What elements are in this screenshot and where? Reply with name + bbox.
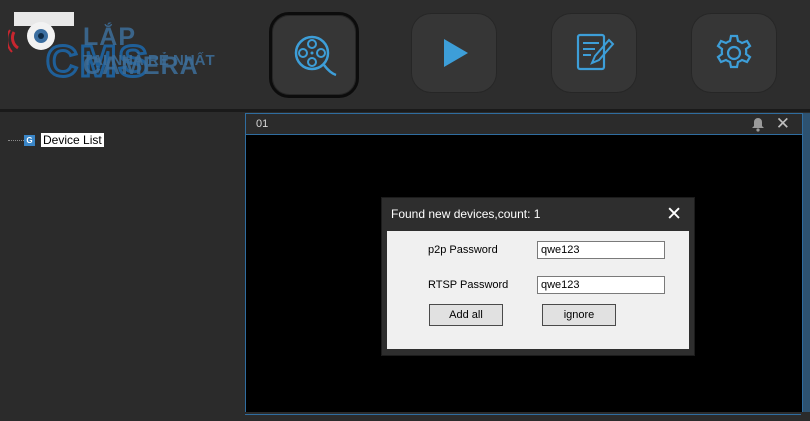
video-window-header: 01 ✕: [246, 114, 802, 135]
device-tree-panel: G Device List: [0, 112, 243, 420]
next-window-edge: [245, 412, 810, 420]
film-reel-icon: [294, 35, 337, 77]
dialog-title: Found new devices,count: 1: [391, 207, 541, 221]
group-icon: G: [24, 134, 35, 146]
live-view-button[interactable]: [269, 12, 359, 98]
play-icon: [444, 39, 468, 67]
tree-connector-line: [8, 139, 24, 141]
rtsp-password-field[interactable]: [537, 276, 665, 294]
tree-item-device-list[interactable]: G Device List: [8, 132, 104, 148]
logo: CMS LẮP CAMERA TẠI NHÀ RẺ NHẤT: [8, 8, 238, 80]
log-button[interactable]: [551, 13, 637, 93]
p2p-password-field[interactable]: [537, 241, 665, 259]
dialog-close-icon[interactable]: ✕: [666, 205, 682, 225]
bell-icon[interactable]: [750, 116, 766, 132]
logo-tagline-text: TẠI NHÀ RẺ NHẤT: [83, 52, 215, 69]
settings-button[interactable]: [691, 13, 777, 93]
playback-button[interactable]: [411, 13, 497, 93]
rtsp-password-label: RTSP Password: [428, 279, 509, 291]
video-window-title: 01: [256, 118, 269, 130]
gear-icon: [716, 34, 752, 69]
add-all-button[interactable]: Add all: [429, 304, 503, 326]
log-edit-icon: [576, 33, 615, 71]
close-icon[interactable]: ✕: [776, 115, 790, 133]
p2p-password-label: p2p Password: [428, 244, 498, 256]
found-devices-dialog: Found new devices,count: 1 ✕ p2p Passwor…: [381, 197, 695, 356]
top-toolbar: CMS LẮP CAMERA TẠI NHÀ RẺ NHẤT: [0, 0, 810, 110]
adjacent-window-edge: [803, 113, 810, 420]
ignore-button[interactable]: ignore: [542, 304, 616, 326]
dialog-body: p2p Password RTSP Password Add all ignor…: [387, 231, 689, 349]
tree-item-label[interactable]: Device List: [41, 133, 104, 147]
